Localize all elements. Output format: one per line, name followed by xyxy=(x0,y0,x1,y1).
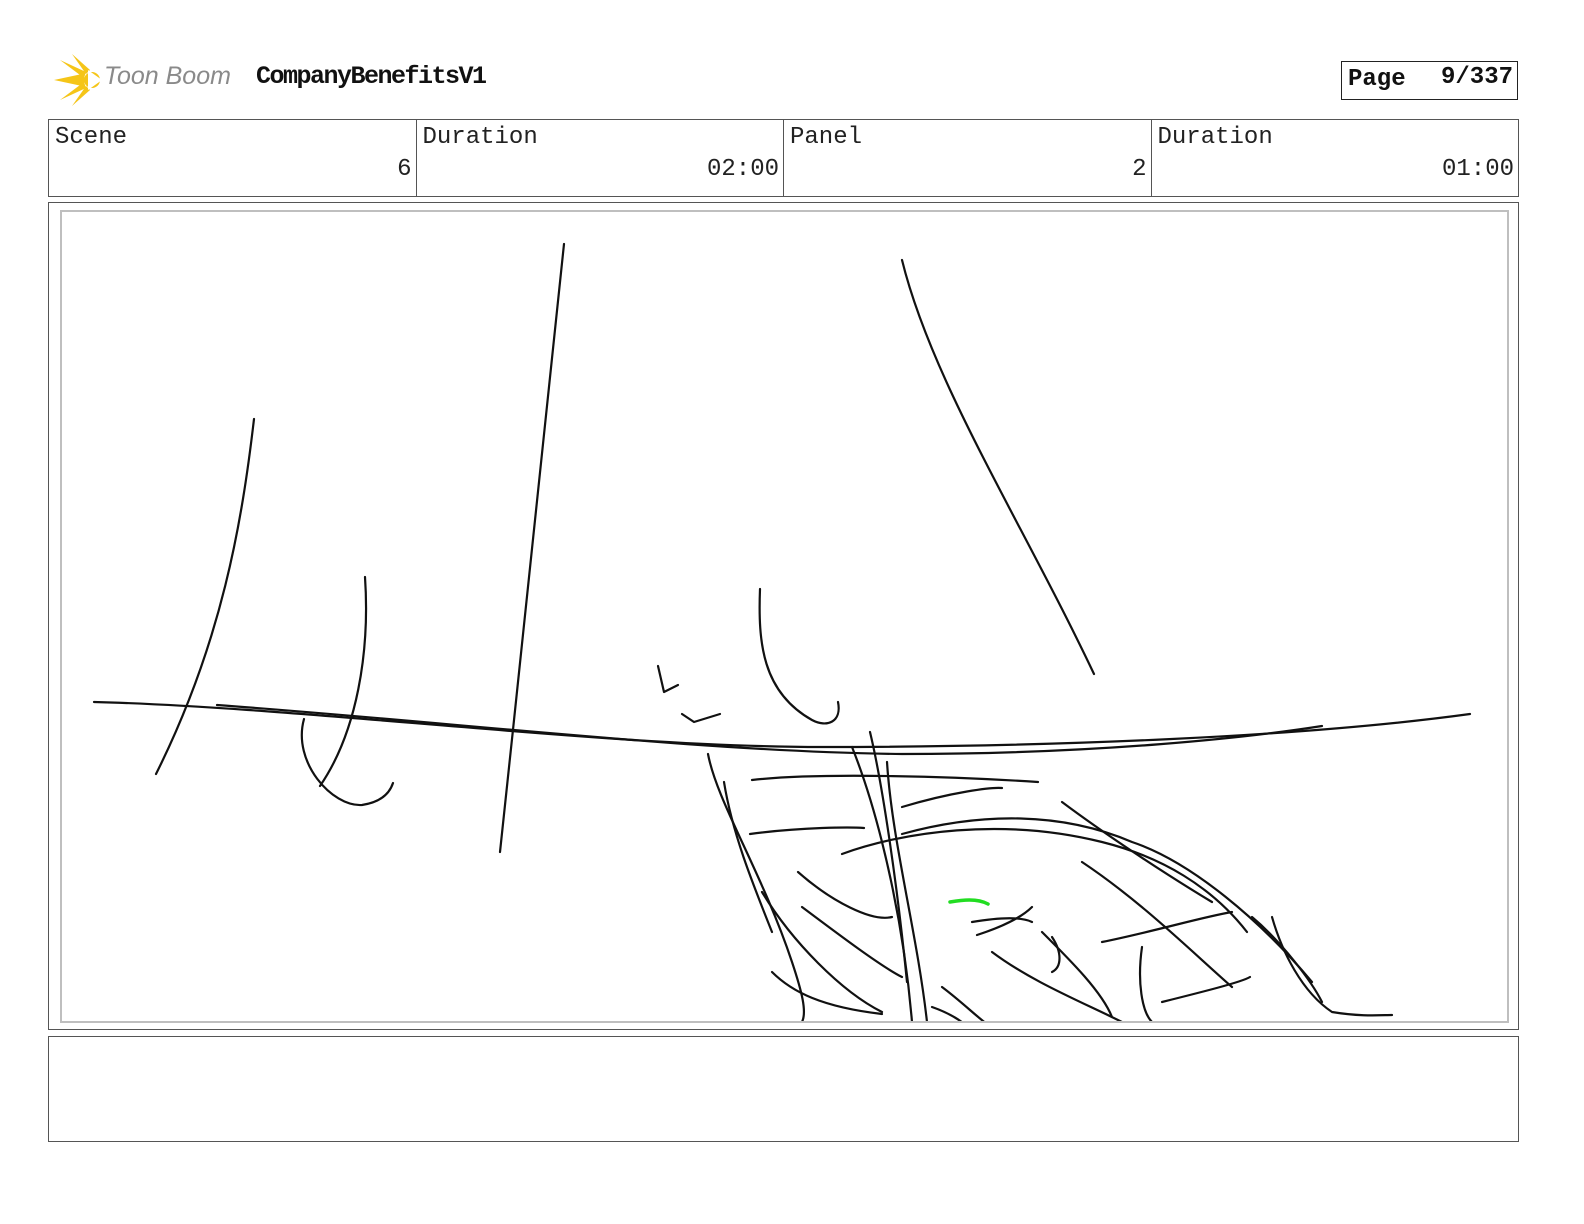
logo-wordmark: Toon Boom xyxy=(104,62,231,90)
scene-duration-label: Duration xyxy=(422,124,538,151)
page-label: Page xyxy=(1348,66,1406,93)
panel-cell: Panel 2 xyxy=(784,120,1152,196)
scene-label: Scene xyxy=(55,124,128,151)
panel-notes-box xyxy=(48,1036,1519,1142)
panel-drawing-area xyxy=(60,210,1509,1023)
panel-value: 2 xyxy=(1132,156,1147,183)
scene-duration-cell: Duration 02:00 xyxy=(417,120,784,196)
storyboard-panel xyxy=(48,202,1519,1030)
page-indicator: Page 9/337 xyxy=(1341,61,1518,100)
page-number: 9/337 xyxy=(1440,64,1513,91)
panel-duration-label: Duration xyxy=(1157,124,1273,151)
scene-duration-value: 02:00 xyxy=(706,156,779,183)
panel-duration-value: 01:00 xyxy=(1441,156,1514,183)
document-title: CompanyBenefitsV1 xyxy=(256,62,487,91)
scene-cell: Scene 6 xyxy=(49,120,417,196)
scene-value: 6 xyxy=(397,156,412,183)
panel-duration-cell: Duration 01:00 xyxy=(1152,120,1519,196)
panel-label: Panel xyxy=(790,124,863,151)
sketch-drawing xyxy=(92,242,1472,1021)
panel-info-table: Scene 6 Duration 02:00 Panel 2 Duration … xyxy=(48,119,1519,197)
